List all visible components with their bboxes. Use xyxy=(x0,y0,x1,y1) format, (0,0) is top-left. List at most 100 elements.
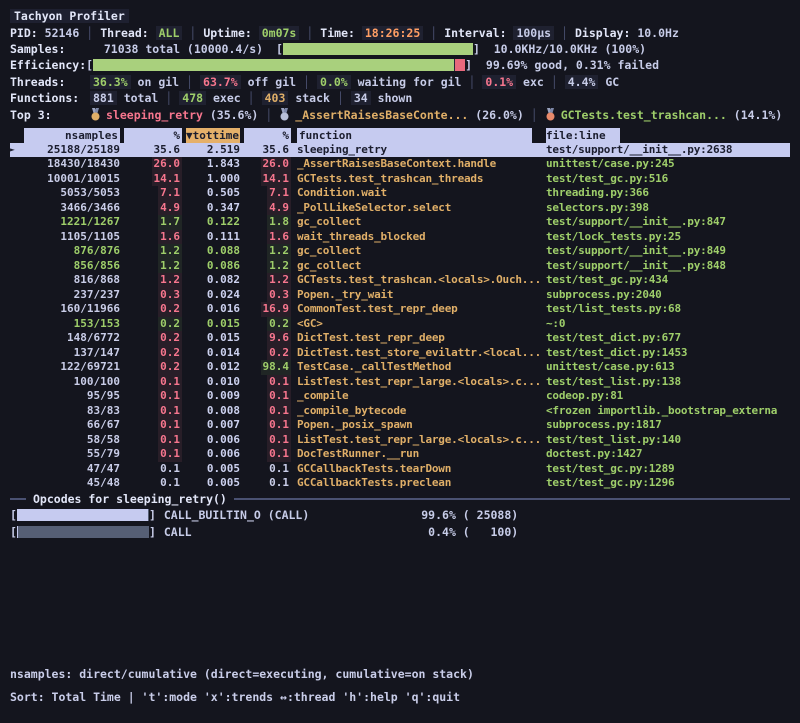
display-value: 10.0Hz xyxy=(637,26,679,40)
cell-function: ListTest.test_repr_large.<locals>.c... xyxy=(297,375,540,390)
cell-pct-cumulative: 4.9 xyxy=(267,201,291,216)
table-row[interactable]: 856/856 1.2 0.086 1.2 gc_collect test/su… xyxy=(10,259,790,274)
table-row[interactable]: 10001/10015 14.1 1.000 14.1 GCTests.test… xyxy=(10,172,790,187)
cell-pct-cumulative: 9.6 xyxy=(267,331,291,346)
cell-pct-direct: 0.1 xyxy=(158,389,182,404)
cell-pct-direct: 26.0 xyxy=(152,157,183,172)
interval-label: Interval: xyxy=(444,26,506,40)
cell-file-line: ~:0 xyxy=(540,317,785,332)
table-row[interactable]: 100/100 0.1 0.010 0.1 ListTest.test_repr… xyxy=(10,375,790,390)
cell-nsamples: 95/95 xyxy=(20,389,120,404)
table-row[interactable]: 58/58 0.1 0.006 0.1 ListTest.test_repr_l… xyxy=(10,433,790,448)
table-row[interactable]: 153/153 0.2 0.015 0.2 <GC> ~:0 xyxy=(10,317,790,332)
cell-pct-direct: 0.1 xyxy=(158,375,182,390)
cell-file-line: <frozen importlib._bootstrap_externa xyxy=(540,404,785,419)
selected-row-marker-icon: ► xyxy=(10,143,20,158)
cell-nsamples: 137/147 xyxy=(20,346,120,361)
samples-bar xyxy=(283,43,473,55)
cell-pct-cumulative: 16.9 xyxy=(261,302,292,317)
thread-stat-value: 63.7% xyxy=(200,75,241,89)
samples-rate: 10.0KHz/10.0KHz (100%) xyxy=(494,42,646,56)
cell-function: _AssertRaisesBaseContext.handle xyxy=(297,157,540,172)
time-value: 18:26:25 xyxy=(362,26,423,40)
table-row[interactable]: 47/47 0.1 0.005 0.1 GCCallbackTests.tear… xyxy=(10,462,790,477)
table-row[interactable]: 55/79 0.1 0.006 0.1 DocTestRunner.__run … xyxy=(10,447,790,462)
divider: │ xyxy=(296,75,317,89)
cell-pct-cumulative: 7.1 xyxy=(267,186,291,201)
top3-percentage: (35.6%) xyxy=(203,108,258,122)
functions-label: Functions: xyxy=(10,91,90,105)
efficiency-label: Efficiency: xyxy=(10,58,86,72)
table-row[interactable]: 148/6772 0.2 0.015 9.6 DictTest.test_rep… xyxy=(10,331,790,346)
cell-pct-direct: 0.1 xyxy=(158,476,182,491)
top3-function-name[interactable]: _AssertRaisesBaseConte... xyxy=(295,108,468,122)
cell-pct-cumulative: 0.1 xyxy=(267,447,291,462)
opcode-bar xyxy=(17,526,149,538)
cell-tottime: 0.007 xyxy=(182,418,240,433)
cell-function: sleeping_retry xyxy=(297,143,540,158)
uptime-label: Uptime: xyxy=(203,26,251,40)
cell-tottime: 0.008 xyxy=(182,404,240,419)
cell-nsamples: 237/237 xyxy=(20,288,120,303)
table-row[interactable]: 122/69721 0.2 0.012 98.4 TestCase._callT… xyxy=(10,360,790,375)
cell-nsamples: 3466/3466 xyxy=(20,201,120,216)
cell-nsamples: 100/100 xyxy=(20,375,120,390)
table-row[interactable]: 237/237 0.3 0.024 0.3 Popen._try_wait su… xyxy=(10,288,790,303)
table-row[interactable]: 45/48 0.1 0.005 0.1 GCCallbackTests.prec… xyxy=(10,476,790,491)
table-row[interactable]: ► 25188/25189 35.6 2.519 35.6 sleeping_r… xyxy=(10,143,790,158)
cell-nsamples: 45/48 xyxy=(20,476,120,491)
top3-function-name[interactable]: sleeping_retry xyxy=(106,108,203,122)
table-row[interactable]: 1105/1105 1.6 0.111 1.6 wait_threads_blo… xyxy=(10,230,790,245)
process-info-line: PID: 52146 │ Thread: ALL │ Uptime: 0m07s… xyxy=(10,24,800,40)
opcodes-title: Opcodes for sleeping_retry() xyxy=(26,492,234,506)
column-header-nsamples[interactable]: nsamples xyxy=(24,128,120,143)
cell-function: GCTests.test_trashcan.<locals>.Ouch... xyxy=(297,273,540,288)
cell-pct-cumulative: 0.1 xyxy=(267,375,291,390)
bronze-medal-icon xyxy=(545,108,556,121)
column-header-tottime-sorted[interactable]: ▼tottime xyxy=(186,128,240,143)
cell-pct-cumulative: 0.1 xyxy=(267,389,291,404)
table-row[interactable]: 5053/5053 7.1 0.505 7.1 Condition.wait t… xyxy=(10,186,790,201)
opcodes-rule: Opcodes for sleeping_retry() xyxy=(10,491,790,507)
column-header-pct-direct[interactable]: % xyxy=(124,128,182,143)
top3-line: Top 3: sleeping_retry (35.6%)│_AssertRai… xyxy=(10,106,800,122)
table-row[interactable]: 66/67 0.1 0.007 0.1 Popen._posix_spawn s… xyxy=(10,418,790,433)
opcode-row: [ ] CALL 0.4% ( 100) xyxy=(10,524,790,541)
divider: │ xyxy=(158,91,179,105)
table-row[interactable]: 160/11966 0.2 0.016 16.9 CommonTest.test… xyxy=(10,302,790,317)
gold-medal-icon xyxy=(90,108,101,121)
cell-file-line: test/lock_tests.py:25 xyxy=(540,230,785,245)
cell-function: TestCase._callTestMethod xyxy=(297,360,540,375)
table-row[interactable]: 83/83 0.1 0.008 0.1 _compile_bytecode <f… xyxy=(10,404,790,419)
cell-pct-direct: 0.2 xyxy=(158,317,182,332)
status-footer: nsamples: direct/cumulative (direct=exec… xyxy=(10,662,474,708)
column-header-file-line[interactable]: file:line xyxy=(546,128,620,143)
cell-file-line: test/test_list.py:140 xyxy=(540,433,785,448)
divider: │ xyxy=(330,91,351,105)
top3-function-name[interactable]: GCTests.test_trashcan... xyxy=(561,108,727,122)
cell-tottime: 0.111 xyxy=(182,230,240,245)
pid-label: PID: xyxy=(10,26,38,40)
cell-nsamples: 83/83 xyxy=(20,404,120,419)
divider: │ xyxy=(299,26,320,40)
table-row[interactable]: 876/876 1.2 0.088 1.2 gc_collect test/su… xyxy=(10,244,790,259)
cell-function: Condition.wait xyxy=(297,186,540,201)
cell-pct-direct: 0.1 xyxy=(158,447,182,462)
table-row[interactable]: 18430/18430 26.0 1.843 26.0 _AssertRaise… xyxy=(10,157,790,172)
table-row[interactable]: 1221/1267 1.7 0.122 1.8 gc_collect test/… xyxy=(10,215,790,230)
table-row[interactable]: 137/147 0.2 0.014 0.2 DictTest.test_stor… xyxy=(10,346,790,361)
function-stat-value: 881 xyxy=(90,91,117,105)
efficiency-bar-good-fill xyxy=(93,59,454,71)
title-line: Tachyon Profiler xyxy=(10,8,800,24)
column-header-function[interactable]: function xyxy=(297,128,532,143)
table-row[interactable]: 816/868 1.2 0.082 1.2 GCTests.test_trash… xyxy=(10,273,790,288)
opcode-bar xyxy=(17,509,149,521)
cell-nsamples: 25188/25189 xyxy=(20,143,120,158)
thread-value[interactable]: ALL xyxy=(156,26,183,40)
cell-nsamples: 18430/18430 xyxy=(20,157,120,172)
cell-function: GCCallbackTests.preclean xyxy=(297,476,540,491)
table-row[interactable]: 95/95 0.1 0.009 0.1 _compile codeop.py:8… xyxy=(10,389,790,404)
table-row[interactable]: 3466/3466 4.9 0.347 4.9 _PollLikeSelecto… xyxy=(10,201,790,216)
function-stat-text: total xyxy=(117,91,159,105)
column-header-pct-cumulative[interactable]: % xyxy=(244,128,291,143)
